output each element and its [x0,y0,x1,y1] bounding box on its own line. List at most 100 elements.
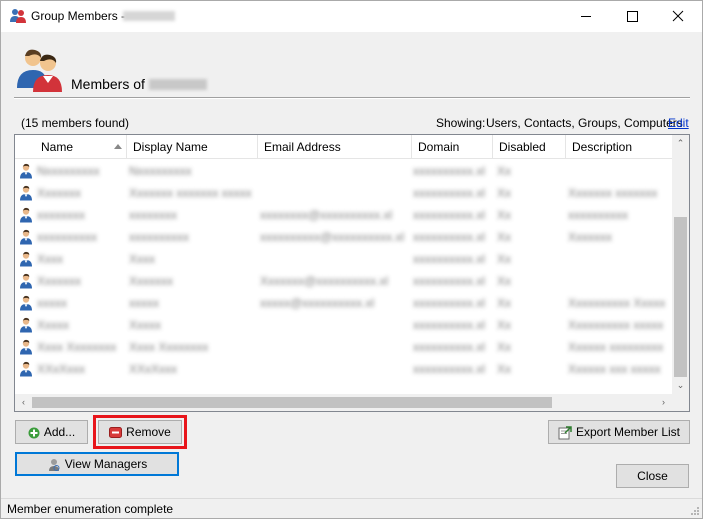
cell-display: xxxxxxxx [129,208,177,222]
cell-description: Xxxxxxxxxx Xxxxx [568,296,666,310]
column-header-domain[interactable]: Domain [412,135,493,159]
cell-email [260,186,410,200]
cell-display: Xxxxx [129,318,162,332]
table-row[interactable]: Xxxxx Xxxxx xxxxxxxxxx.xl Xx Xxxxxxxxxx xxxx… [15,314,672,336]
close-window-button[interactable] [655,1,701,32]
horizontal-scrollbar[interactable]: ‹ › [15,394,672,411]
members-list[interactable]: Name Display Name Email Address Domain D… [14,134,690,412]
cell-display: Xxxx [129,252,156,266]
cell-email: xxxxx@xxxxxxxxxx.xl [260,296,375,310]
column-header-email[interactable]: Email Address [258,135,412,159]
export-member-list-button[interactable]: Export Member List [548,420,690,444]
window-title-redacted [123,11,175,21]
user-icon [20,229,32,245]
cell-description [568,274,670,288]
remove-icon [109,427,123,439]
cell-domain: xxxxxxxxxx.xl [413,230,485,244]
cell-name: Xxxxxxx [37,186,82,200]
table-row[interactable]: Nxxxxxxxxx Nxxxxxxxxx xxxxxxxxxx.xl Xx [15,160,672,182]
column-header-name[interactable]: Name [35,135,127,159]
cell-name: Xxxxx [37,318,70,332]
status-text: Member enumeration complete [7,502,174,516]
cell-name: xxxxxxxx [37,208,85,222]
table-row[interactable]: xxxxxxxxxx xxxxxxxxxx xxxxxxxxxx@xxxxxxxxx… [15,226,672,248]
list-header: Name Display Name Email Address Domain D… [15,135,672,159]
table-row[interactable]: xxxxx xxxxx xxxxx@xxxxxxxxxx.xl xxxxxxxxxx.… [15,292,672,314]
cell-display: Xxxxxxx xxxxxxx xxxxx [129,186,252,200]
cell-disabled: Xx [497,274,512,288]
vertical-scrollbar[interactable]: ⌃ ⌄ [672,135,689,394]
table-row[interactable]: Xxxxxxx Xxxxxxx xxxxxxx xxxxx xxxxxxxxxx.x… [15,182,672,204]
cell-display: XXxXxxx [129,362,178,376]
user-icon [20,207,32,223]
view-managers-button[interactable]: View Managers [15,452,179,476]
status-bar: Member enumeration complete [1,498,702,518]
vertical-scroll-thumb[interactable] [674,217,687,377]
scroll-right-icon[interactable]: › [655,394,672,411]
showing-label: Showing: [436,116,486,130]
column-header-label: Email Address [264,140,341,154]
remove-member-button[interactable]: Remove [93,415,187,449]
column-header-description[interactable]: Description [566,135,672,159]
resize-grip-icon[interactable] [690,506,700,516]
cell-display: xxxxxxxxxx [129,230,189,244]
window-title: Group Members - [31,9,126,23]
cell-name: xxxxx [37,296,67,310]
add-icon [28,427,40,439]
title-bar[interactable]: Group Members - [1,1,702,32]
cell-description [568,164,670,178]
cell-display: xxxxx [129,296,159,310]
minimize-button[interactable] [563,1,609,32]
table-row[interactable]: Xxxx Xxxx xxxxxxxxxx.xl Xx [15,248,672,270]
edit-filter-link[interactable]: Edit [668,116,689,130]
view-managers-label: View Managers [64,457,148,471]
cell-disabled: Xx [497,252,512,266]
cell-disabled: Xx [497,164,512,178]
horizontal-scroll-thumb[interactable] [32,397,552,408]
remove-button-label: Remove [126,425,171,439]
add-member-button[interactable]: Add... [15,420,88,444]
members-found-count: (15 members found) [21,116,130,130]
scroll-down-icon[interactable]: ⌄ [672,377,689,394]
cell-domain: xxxxxxxxxx.xl [413,186,485,200]
group-members-window: Group Members - Members of (15 members f… [0,0,703,519]
column-header-display-name[interactable]: Display Name [127,135,258,159]
cell-name: xxxxxxxxxx [37,230,97,244]
column-header-disabled[interactable]: Disabled [493,135,566,159]
column-header-label: Disabled [499,140,546,154]
column-header-label: Description [572,140,633,154]
user-icon [20,361,32,377]
cell-disabled: Xx [497,318,512,332]
scroll-up-icon[interactable]: ⌃ [672,135,689,152]
table-row[interactable]: Xxxxxxx Xxxxxxx Xxxxxxx@xxxxxxxxxx.xl xxxxx… [15,270,672,292]
cell-domain: xxxxxxxxxx.xl [413,296,485,310]
table-row[interactable]: Xxxx Xxxxxxxx Xxxx Xxxxxxxx xxxxxxxxxx.xl X… [15,336,672,358]
cell-domain: xxxxxxxxxx.xl [413,274,485,288]
maximize-icon [627,11,638,22]
cell-description: xxxxxxxxxx [568,208,628,222]
cell-description: Xxxxxxx xxxxxxx [568,186,658,200]
cell-domain: xxxxxxxxxx.xl [413,362,485,376]
cell-email [260,164,410,178]
cell-description: Xxxxxxxxxx xxxxx [568,318,664,332]
table-row[interactable]: XXxXxxx XXxXxxx xxxxxxxxxx.xl Xx Xxxxxx xxx … [15,358,672,380]
column-header-label: Display Name [133,140,208,154]
user-icon [20,185,32,201]
user-icon [20,163,32,179]
cell-email [260,340,410,354]
showing-filter-value: Users, Contacts, Groups, Computers [486,116,683,130]
cell-email [260,318,410,332]
table-row[interactable]: xxxxxxxx xxxxxxxx xxxxxxxx@xxxxxxxxxx.xl xx… [15,204,672,226]
scroll-left-icon[interactable]: ‹ [15,394,32,411]
export-button-label: Export Member List [575,425,681,439]
close-button-label: Close [637,469,668,483]
members-of-title: Members of [71,76,145,92]
cell-description: Xxxxxx xxx xxxxx [568,362,661,376]
maximize-button[interactable] [609,1,655,32]
group-members-icon [10,9,26,23]
cell-domain: xxxxxxxxxx.xl [413,340,485,354]
cell-description [568,252,670,266]
close-button[interactable]: Close [616,464,689,488]
cell-name: Xxxx Xxxxxxxx [37,340,117,354]
group-name-redacted [149,79,207,90]
